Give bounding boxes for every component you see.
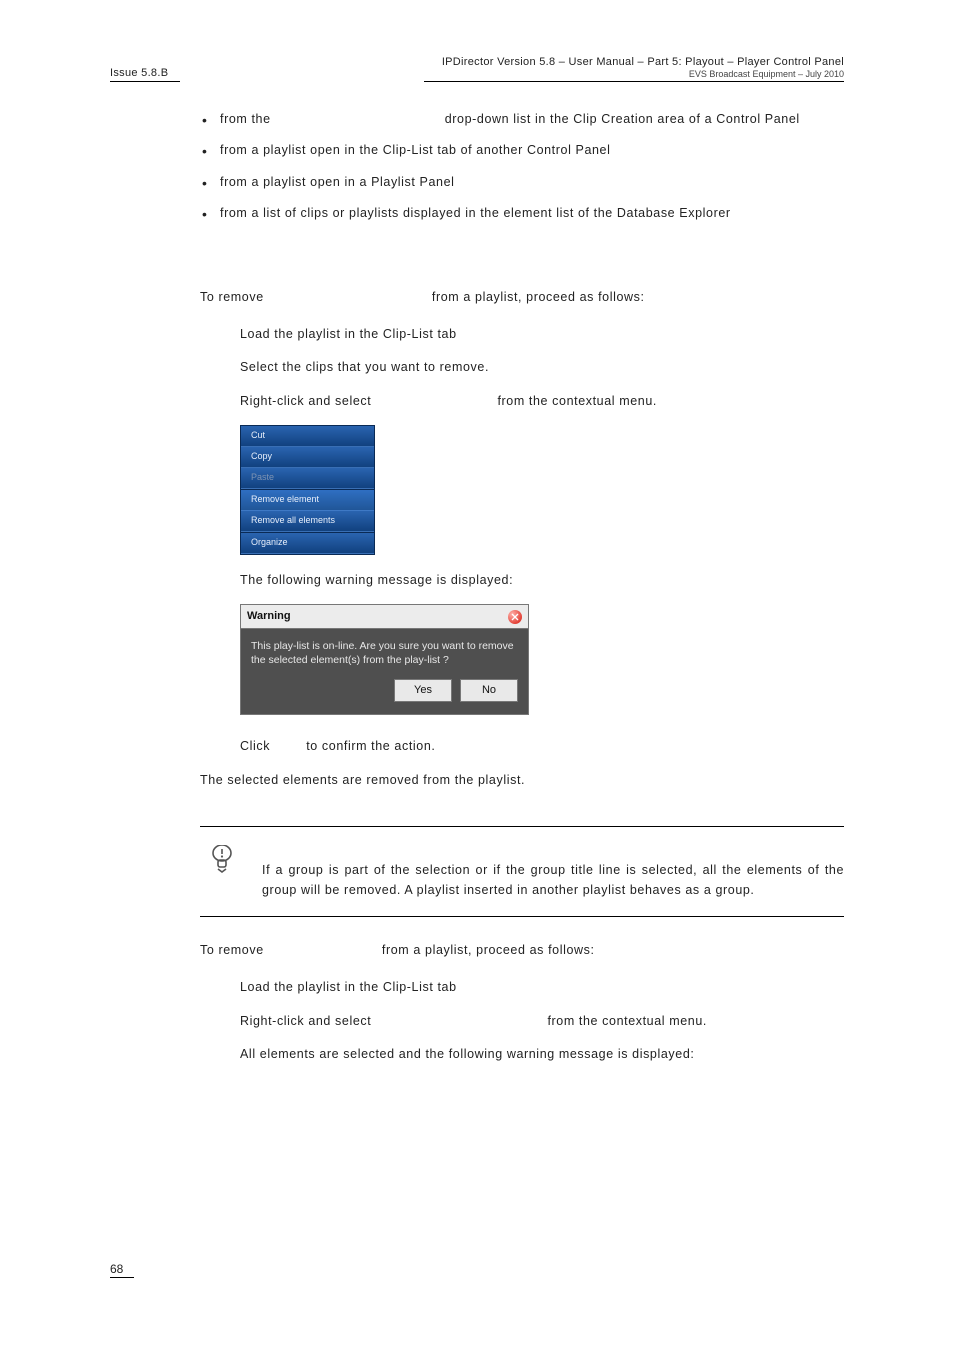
list-item: from the drop-down list in the Clip Crea… (200, 110, 844, 129)
ctx-item-cut[interactable]: Cut (241, 426, 374, 447)
confirm-step: Click to confirm the action. (240, 737, 844, 756)
ctx-item-remove-element[interactable]: Remove element (241, 490, 374, 511)
note-icon (210, 845, 234, 873)
no-button[interactable]: No (460, 679, 518, 702)
close-icon[interactable] (508, 610, 522, 624)
warning-intro: The following warning message is display… (240, 571, 844, 590)
list-item: from a list of clips or playlists displa… (200, 204, 844, 223)
ctx-item-organize[interactable]: Organize (241, 533, 374, 554)
remove-some-intro-post: from a playlist, proceed as follows: (428, 290, 645, 304)
step-text: Right-click and select from the contextu… (240, 1012, 844, 1031)
remove-all-intro-post: from a playlist, proceed as follows: (378, 943, 595, 957)
issue-label: Issue 5.8.B (110, 67, 168, 79)
source-bullet-list: from the drop-down list in the Clip Crea… (200, 110, 844, 224)
result-text: The selected elements are removed from t… (200, 771, 844, 790)
warning-title: Warning (247, 608, 291, 625)
warning-body: This play-list is on-line. Are you sure … (241, 629, 528, 673)
step-text: Select the clips that you want to remove… (240, 358, 844, 377)
page-header: Issue 5.8.B IPDirector Version 5.8 – Use… (110, 56, 844, 79)
doc-title: IPDirector Version 5.8 – User Manual – P… (442, 56, 844, 68)
warning-dialog: Warning This play-list is on-line. Are y… (240, 604, 529, 715)
list-item: from a playlist open in the Clip-List ta… (200, 141, 844, 160)
context-menu: Cut Copy Paste Remove element Remove all… (240, 425, 375, 555)
remove-all-intro-pre: To remove (200, 943, 268, 957)
list-item: from a playlist open in a Playlist Panel (200, 173, 844, 192)
step-text: Right-click and select from the contextu… (240, 392, 844, 411)
ctx-item-paste: Paste (241, 468, 374, 489)
page-number: 68 (110, 1262, 134, 1278)
note-block: If a group is part of the selection or i… (200, 827, 844, 917)
step-text: All elements are selected and the follow… (240, 1045, 844, 1064)
doc-subline: EVS Broadcast Equipment – July 2010 (442, 69, 844, 79)
remove-some-intro-pre: To remove (200, 290, 268, 304)
ctx-item-copy[interactable]: Copy (241, 447, 374, 468)
ctx-item-remove-all[interactable]: Remove all elements (241, 511, 374, 532)
note-text: If a group is part of the selection or i… (262, 861, 844, 900)
yes-button[interactable]: Yes (394, 679, 452, 702)
step-text: Load the playlist in the Clip-List tab (240, 978, 844, 997)
step-text: Load the playlist in the Clip-List tab (240, 325, 844, 344)
